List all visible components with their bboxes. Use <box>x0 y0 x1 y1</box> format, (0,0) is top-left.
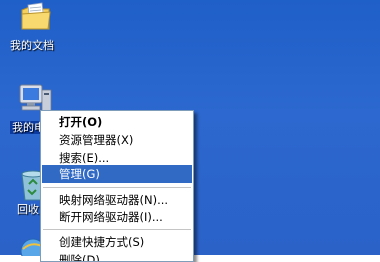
recycle-bin-label[interactable]: 回收 <box>17 201 39 217</box>
my-documents-icon[interactable] <box>20 2 52 32</box>
menu-item-open[interactable]: 打开(O) <box>42 113 192 131</box>
menu-separator <box>43 229 191 230</box>
menu-item-disconnect-drive[interactable]: 断开网络驱动器(I)... <box>42 208 192 226</box>
my-documents-label[interactable]: 我的文档 <box>10 37 54 53</box>
menu-item-map-drive[interactable]: 映射网络驱动器(N)... <box>42 191 192 209</box>
desktop[interactable]: 我的文档 我的电 回收 打开(O) 资源管理器(X) 搜索(E)... 管理(G… <box>0 0 380 262</box>
menu-item-create-shortcut[interactable]: 创建快捷方式(S) <box>42 233 192 251</box>
context-menu: 打开(O) 资源管理器(X) 搜索(E)... 管理(G) 映射网络驱动器(N)… <box>40 110 194 262</box>
menu-item-explorer[interactable]: 资源管理器(X) <box>42 131 192 149</box>
menu-item-manage[interactable]: 管理(G) <box>42 165 192 183</box>
menu-separator <box>43 187 191 188</box>
menu-item-delete[interactable]: 删除(D) <box>42 251 192 261</box>
